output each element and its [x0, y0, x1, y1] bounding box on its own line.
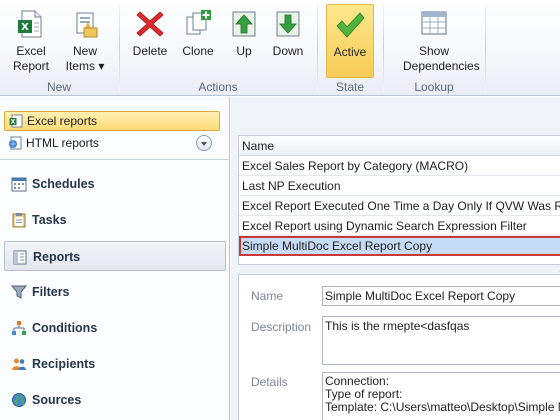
- nav-item-label: Filters: [32, 285, 70, 299]
- active-toggle-button[interactable]: Active: [326, 4, 374, 78]
- nav-item-label: Sources: [32, 393, 82, 407]
- nav-item-reports[interactable]: Reports: [4, 241, 226, 271]
- down-button[interactable]: Down: [268, 4, 308, 78]
- reports-list: Name Excel Sales Report by Category (MAC…: [238, 135, 560, 265]
- new-items-label: New Items ▾: [65, 44, 105, 73]
- list-item[interactable]: Excel Sales Report by Category (MACRO): [239, 156, 560, 176]
- nav-item-filters[interactable]: Filters: [4, 277, 226, 307]
- delete-label: Delete: [132, 44, 168, 58]
- group-actions: Delete Clone Up Down Actions: [120, 0, 316, 96]
- description-field[interactable]: This is the rmepte<dasfqas: [322, 316, 560, 365]
- name-field[interactable]: Simple MultiDoc Excel Report Copy: [322, 286, 560, 306]
- html-icon: [9, 136, 22, 150]
- up-label: Up: [236, 44, 252, 58]
- splitter[interactable]: ••••: [238, 267, 560, 277]
- nav-item-label: Schedules: [32, 177, 95, 191]
- nav-item-tasks[interactable]: Tasks: [4, 205, 226, 235]
- nav-item-label: Reports: [33, 250, 81, 264]
- group-lookup: Show Dependencies Lookup: [384, 0, 484, 96]
- group-label-actions: Actions: [198, 80, 238, 94]
- down-label: Down: [272, 44, 304, 58]
- svg-text:X: X: [11, 119, 16, 126]
- ribbon: X Excel Report New Items ▾ New Delete Cl…: [0, 0, 560, 96]
- name-label: Name: [251, 289, 284, 303]
- ribbon-separator: [485, 4, 486, 92]
- group-label-lookup: Lookup: [414, 80, 454, 94]
- show-dependencies-label: Show Dependencies: [403, 44, 480, 73]
- details-label: Details: [251, 375, 288, 389]
- list-item[interactable]: Excel Report Executed One Time a Day Onl…: [239, 196, 560, 216]
- globe-icon: [12, 393, 26, 407]
- report-type-excel-label: Excel reports: [27, 114, 98, 128]
- group-label-new: New: [46, 80, 71, 94]
- excel-report-label: Excel Report: [12, 44, 50, 73]
- nav-item-schedules[interactable]: Schedules: [4, 169, 226, 199]
- clone-button[interactable]: Clone: [176, 4, 220, 78]
- show-dependencies-button[interactable]: Show Dependencies: [392, 4, 480, 78]
- checkmark-icon: [336, 12, 365, 38]
- new-items-button[interactable]: New Items ▾: [60, 4, 110, 78]
- report-type-html-label: HTML reports: [26, 136, 99, 150]
- list-item[interactable]: Excel Report using Dynamic Search Expres…: [239, 216, 560, 236]
- nav-item-recipients[interactable]: Recipients: [4, 349, 226, 379]
- reports-icon: [13, 250, 27, 265]
- column-header-name[interactable]: Name: [239, 136, 560, 156]
- hierarchy-icon: [12, 321, 26, 335]
- excel-report-icon: X: [18, 10, 42, 38]
- nav-item-label: Recipients: [32, 357, 96, 371]
- excel-report-button[interactable]: X Excel Report: [6, 4, 56, 78]
- excel-icon: X: [9, 114, 23, 128]
- details-line: Template: C:\Users\matteo\Desktop\Simple…: [325, 400, 560, 414]
- clone-icon: [186, 10, 211, 35]
- navigation-pane: X Excel reports HTML reports Schedules T…: [0, 97, 230, 420]
- list-item[interactable]: Last NP Execution: [239, 176, 560, 196]
- report-type-html[interactable]: HTML reports: [4, 134, 220, 154]
- content-area: Name Excel Sales Report by Category (MAC…: [231, 97, 560, 420]
- up-button[interactable]: Up: [224, 4, 264, 78]
- pane-divider: [0, 159, 230, 160]
- chevron-down-icon[interactable]: [196, 135, 212, 151]
- clone-label: Clone: [182, 44, 214, 58]
- nav-item-sources[interactable]: Sources: [4, 385, 226, 415]
- nav-item-label: Conditions: [32, 321, 98, 335]
- delete-button[interactable]: Delete: [128, 4, 172, 78]
- description-label: Description: [251, 320, 312, 334]
- arrow-down-icon: [276, 11, 300, 37]
- filter-icon: [11, 285, 27, 299]
- active-label: Active: [333, 45, 367, 59]
- calendar-icon: [11, 177, 27, 192]
- report-type-excel[interactable]: X Excel reports: [4, 111, 220, 131]
- details-field[interactable]: Connection: Type of report: Template: C:…: [322, 372, 560, 420]
- group-label-state: State: [335, 80, 365, 94]
- list-item-selected[interactable]: Simple MultiDoc Excel Report Copy: [239, 236, 560, 256]
- new-items-icon: [76, 12, 98, 38]
- nav-item-label: Tasks: [32, 213, 67, 227]
- detail-panel: Name Simple MultiDoc Excel Report Copy D…: [238, 274, 560, 420]
- svg-text:X: X: [21, 22, 29, 33]
- group-state: Active State: [318, 0, 382, 96]
- dependencies-icon: [421, 11, 447, 35]
- group-new: X Excel Report New Items ▾ New: [0, 0, 118, 96]
- people-icon: [12, 358, 26, 370]
- arrow-up-icon: [232, 11, 256, 37]
- nav-item-conditions[interactable]: Conditions: [4, 313, 226, 343]
- delete-icon: [136, 11, 164, 37]
- clipboard-icon: [12, 213, 26, 228]
